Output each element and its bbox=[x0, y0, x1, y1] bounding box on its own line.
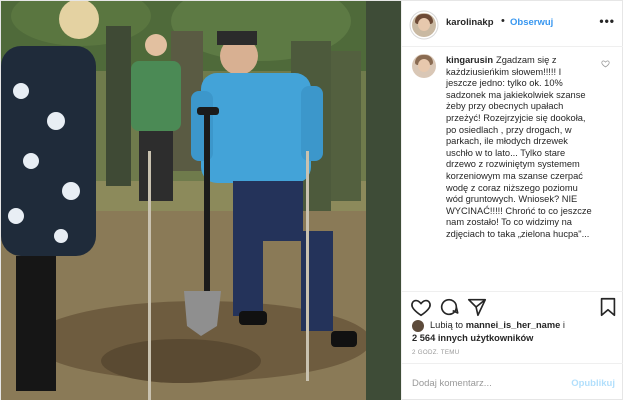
action-bar bbox=[402, 291, 623, 321]
author-username[interactable]: karolinakp bbox=[446, 17, 494, 28]
post-header: karolinakp • Obserwuj ••• bbox=[402, 1, 623, 47]
liker-avatar[interactable] bbox=[412, 320, 424, 332]
header-separator: • bbox=[501, 15, 505, 27]
follow-button[interactable]: Obserwuj bbox=[510, 17, 553, 28]
likes-others-count[interactable]: 2 564 innych użytkowników bbox=[412, 333, 533, 343]
bookmark-icon[interactable] bbox=[597, 296, 619, 318]
instagram-post: karolinakp • Obserwuj ••• kingarusin Zgad… bbox=[0, 0, 623, 400]
liker-username[interactable]: mannei_is_her_name bbox=[466, 320, 561, 330]
more-options-icon[interactable]: ••• bbox=[599, 14, 615, 28]
share-icon[interactable] bbox=[466, 296, 488, 318]
like-heart-icon[interactable] bbox=[410, 296, 432, 318]
likes-summary: Lubią to mannei_is_her_name i 2 564 inny… bbox=[412, 319, 617, 345]
likes-line-1: Lubią to mannei_is_her_name i bbox=[430, 320, 565, 330]
post-side-panel: karolinakp • Obserwuj ••• kingarusin Zgad… bbox=[401, 1, 623, 400]
comments-section: kingarusin Zgadzam się z każdziusieńkim s… bbox=[402, 48, 623, 288]
post-photo[interactable] bbox=[1, 1, 401, 400]
post-timestamp[interactable]: 2 GODZ. TEMU bbox=[412, 349, 460, 356]
comment-like-heart-icon[interactable] bbox=[601, 59, 610, 68]
author-avatar[interactable] bbox=[412, 13, 436, 37]
publish-button[interactable]: Opublikuj bbox=[571, 378, 615, 389]
likes-conjunction: i bbox=[562, 320, 565, 330]
comment-username[interactable]: kingarusin bbox=[446, 55, 493, 65]
tree-planting-photo bbox=[1, 1, 401, 400]
commenter-avatar[interactable] bbox=[412, 54, 436, 78]
add-comment-bar: Opublikuj bbox=[402, 363, 623, 400]
comment-input[interactable] bbox=[412, 375, 562, 391]
comment: kingarusin Zgadzam się z każdziusieńkim s… bbox=[446, 55, 594, 241]
likes-prefix: Lubią to bbox=[430, 320, 464, 330]
comment-body: Zgadzam się z każdziusieńkim słowem!!!!!… bbox=[446, 55, 592, 239]
comment-bubble-icon[interactable] bbox=[438, 296, 460, 318]
